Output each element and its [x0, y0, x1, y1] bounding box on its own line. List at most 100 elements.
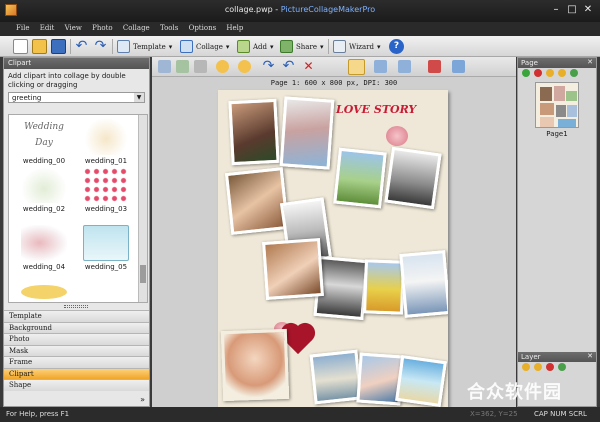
- layer-up-icon[interactable]: [522, 363, 530, 371]
- rotate-left-icon[interactable]: ↶: [282, 59, 295, 73]
- layer-refresh-icon[interactable]: [558, 363, 566, 371]
- photo-beach[interactable]: [395, 355, 447, 407]
- redo-icon[interactable]: ↷: [93, 39, 108, 54]
- layout-icon[interactable]: [374, 60, 387, 73]
- close-icon[interactable]: ✕: [587, 352, 593, 360]
- close-button[interactable]: ✕: [580, 3, 596, 17]
- clipart-scrollbar[interactable]: [138, 115, 147, 302]
- new-file-icon[interactable]: [13, 39, 28, 54]
- status-bar: For Help, press F1 X=362, Y=25 CAP NUM S…: [0, 407, 600, 422]
- roses-clipart: [21, 225, 67, 261]
- photo-bw-couple[interactable]: [384, 146, 442, 210]
- share-button[interactable]: Share ▾: [280, 39, 323, 54]
- clipart-category-select[interactable]: greeting ▼: [8, 92, 145, 103]
- send-backward-icon[interactable]: [238, 60, 251, 73]
- delete-layer-icon[interactable]: [546, 363, 554, 371]
- delete-page-icon[interactable]: [534, 69, 542, 77]
- add-page-icon[interactable]: [522, 69, 530, 77]
- toolbar-separator: [70, 39, 71, 54]
- hearts-clipart: [83, 167, 129, 203]
- tab-mask[interactable]: Mask: [4, 344, 149, 356]
- photo-beach-jump[interactable]: [363, 259, 405, 315]
- remove-page-icon[interactable]: [428, 60, 441, 73]
- page-thumbnail[interactable]: [535, 82, 579, 128]
- main-toolbar: ↶ ↷ Template ▾ Collage ▾ Add ▾ Share ▾ Wizar…: [0, 36, 600, 57]
- fit-page-icon[interactable]: [348, 59, 365, 75]
- maximize-button[interactable]: □: [564, 3, 580, 17]
- tab-clipart[interactable]: Clipart: [4, 367, 149, 379]
- clipart-item[interactable]: wedding_01: [77, 119, 135, 165]
- menu-edit[interactable]: Edit: [36, 22, 59, 34]
- help-icon[interactable]: ?: [389, 39, 404, 54]
- menu-file[interactable]: File: [12, 22, 33, 34]
- tab-shape[interactable]: Shape: [4, 379, 149, 391]
- delete-icon[interactable]: ✕: [302, 60, 315, 73]
- love-story-title[interactable]: LOVE STORY: [336, 103, 416, 116]
- photo-couple-shopping[interactable]: [279, 96, 335, 170]
- tab-background[interactable]: Background: [4, 321, 149, 333]
- refresh-icon[interactable]: [570, 69, 578, 77]
- clipart-item[interactable]: [15, 285, 73, 299]
- menu-tools[interactable]: Tools: [156, 22, 182, 34]
- save-icon[interactable]: [51, 39, 66, 54]
- rotate-right-icon[interactable]: ↷: [262, 59, 275, 73]
- rose-clipart[interactable]: [386, 126, 408, 146]
- sky-clipart: [83, 225, 129, 261]
- undo-icon[interactable]: ↶: [74, 39, 89, 54]
- page-info: Page 1: 600 x 800 px, DPI: 300: [270, 79, 398, 87]
- photo-portrait[interactable]: [262, 238, 324, 300]
- clipart-grid: Wedding Day wedding_00 wedding_01 weddin…: [8, 114, 148, 303]
- page-label: Page1: [546, 130, 568, 138]
- collage-button[interactable]: Collage ▾: [180, 39, 229, 54]
- transform-icon[interactable]: [194, 60, 207, 73]
- crop-icon[interactable]: [176, 60, 189, 73]
- minimize-button[interactable]: –: [548, 3, 564, 17]
- template-icon: [117, 40, 130, 53]
- panel-splitter[interactable]: [64, 305, 88, 308]
- layer-down-icon[interactable]: [534, 363, 542, 371]
- scrollbar-thumb[interactable]: [140, 265, 146, 283]
- photo-bride-blue[interactable]: [399, 250, 448, 318]
- bride-clipart: [21, 167, 67, 203]
- tab-frame[interactable]: Frame: [4, 356, 149, 368]
- menu-photo[interactable]: Photo: [88, 22, 116, 34]
- menu-bar: File Edit View Photo Collage Tools Optio…: [0, 22, 600, 36]
- bring-forward-icon[interactable]: [216, 60, 229, 73]
- template-button[interactable]: Template ▾: [117, 39, 172, 54]
- clipart-item[interactable]: wedding_03: [77, 167, 135, 213]
- layer-panel-toolbar: [518, 362, 596, 374]
- add-button[interactable]: Add ▾: [237, 39, 274, 54]
- open-folder-icon[interactable]: [32, 39, 47, 54]
- clipart-item[interactable]: wedding_04: [15, 225, 73, 271]
- settings-icon[interactable]: [452, 60, 465, 73]
- select-icon[interactable]: [158, 60, 171, 73]
- menu-collage[interactable]: Collage: [119, 22, 154, 34]
- window-title: collage.pwp - PictureCollageMakerPro: [224, 5, 376, 14]
- photo-bride-flowers[interactable]: [220, 328, 290, 402]
- menu-help[interactable]: Help: [222, 22, 247, 34]
- collage-page[interactable]: LOVE STORY: [218, 90, 448, 407]
- photo-couple-smile[interactable]: [224, 167, 290, 235]
- heart-clipart[interactable]: [283, 325, 313, 355]
- close-icon[interactable]: ✕: [587, 58, 593, 66]
- move-down-icon[interactable]: [558, 69, 566, 77]
- move-up-icon[interactable]: [546, 69, 554, 77]
- photo-garden[interactable]: [333, 147, 387, 209]
- page-panel-toolbar: [518, 68, 596, 80]
- wedding-day-clipart: Wedding Day: [21, 119, 67, 155]
- align-icon[interactable]: [398, 60, 411, 73]
- tab-photo[interactable]: Photo: [4, 333, 149, 345]
- layer-panel-header: Layer ✕: [518, 352, 596, 362]
- photo-couple-1[interactable]: [228, 98, 280, 166]
- menu-options[interactable]: Options: [185, 22, 221, 34]
- clipart-item[interactable]: Wedding Day wedding_00: [15, 119, 73, 165]
- expand-chevron-icon[interactable]: »: [140, 395, 145, 404]
- photo-couple-outdoor[interactable]: [309, 349, 363, 405]
- collage-icon: [180, 40, 193, 53]
- wizard-button[interactable]: Wizard ▾: [333, 39, 381, 54]
- clipart-item[interactable]: wedding_05: [77, 225, 135, 271]
- menu-view[interactable]: View: [61, 22, 86, 34]
- clipart-item[interactable]: wedding_02: [15, 167, 73, 213]
- tab-template[interactable]: Template: [4, 310, 149, 322]
- toolbar-separator: [112, 39, 113, 54]
